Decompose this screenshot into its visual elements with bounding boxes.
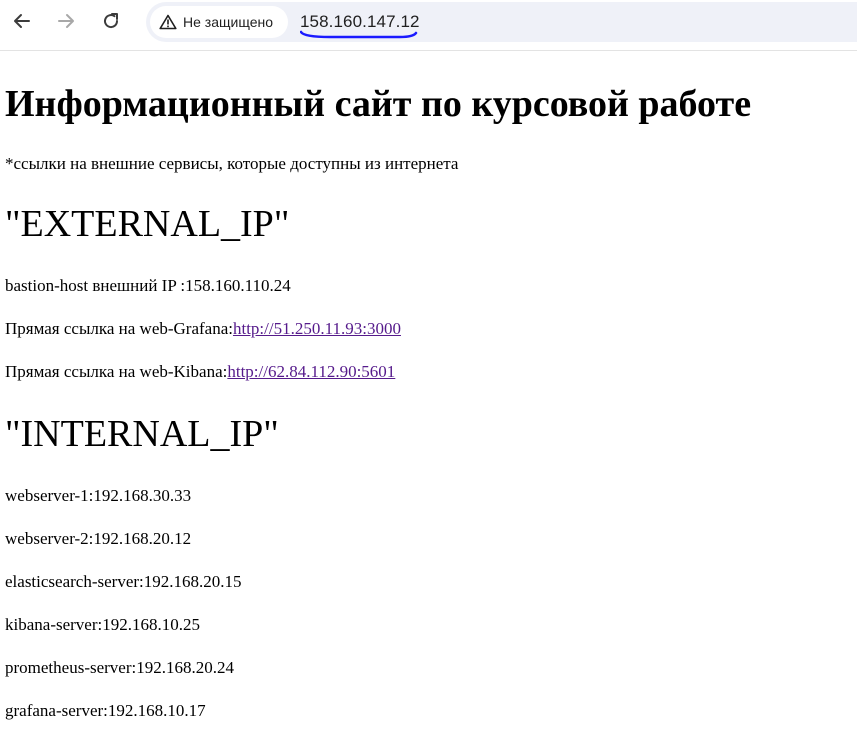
kibana-line: Прямая ссылка на web-Kibana:http://62.84…: [5, 362, 395, 382]
internal-ip-item: webserver-2:192.168.20.12: [5, 529, 192, 548]
arrow-right-icon: [58, 14, 74, 28]
grafana-link[interactable]: http://51.250.11.93:3000: [233, 319, 401, 338]
browser-toolbar: Не защищено 158.160.147.12: [0, 0, 857, 51]
back-button[interactable]: [8, 7, 36, 35]
external-ip-heading: "EXTERNAL_IP": [5, 203, 290, 245]
internal-ip-item: kibana-server:192.168.10.25: [5, 615, 200, 634]
internal-ip-item: grafana-server:192.168.10.17: [5, 701, 206, 720]
grafana-label: Прямая ссылка на web-Grafana:: [5, 319, 233, 338]
security-label: Не защищено: [183, 14, 273, 30]
grafana-line: Прямая ссылка на web-Grafana:http://51.2…: [5, 319, 401, 339]
internal-ip-item: prometheus-server:192.168.20.24: [5, 658, 234, 677]
page-title: Информационный сайт по курсовой работе: [5, 83, 752, 125]
reload-icon: [104, 13, 119, 29]
warning-icon: [159, 14, 177, 30]
forward-button[interactable]: [52, 7, 80, 35]
address-bar[interactable]: Не защищено 158.160.147.12: [146, 2, 857, 42]
arrow-left-icon: [14, 14, 30, 28]
internal-ip-item: webserver-1:192.168.30.33: [5, 486, 192, 505]
kibana-link[interactable]: http://62.84.112.90:5601: [227, 362, 395, 381]
url-underline-annotation: [300, 30, 418, 39]
bastion-ip-text: bastion-host внешний IP :158.160.110.24: [5, 276, 291, 295]
kibana-label: Прямая ссылка на web-Kibana:: [5, 362, 228, 381]
security-chip[interactable]: Не защищено: [150, 6, 288, 38]
internal-ip-heading: "INTERNAL_IP": [5, 413, 279, 455]
reload-button[interactable]: [97, 7, 125, 35]
note-text: *ссылки на внешние сервисы, которые дост…: [5, 154, 459, 173]
internal-ip-item: elasticsearch-server:192.168.20.15: [5, 572, 242, 591]
